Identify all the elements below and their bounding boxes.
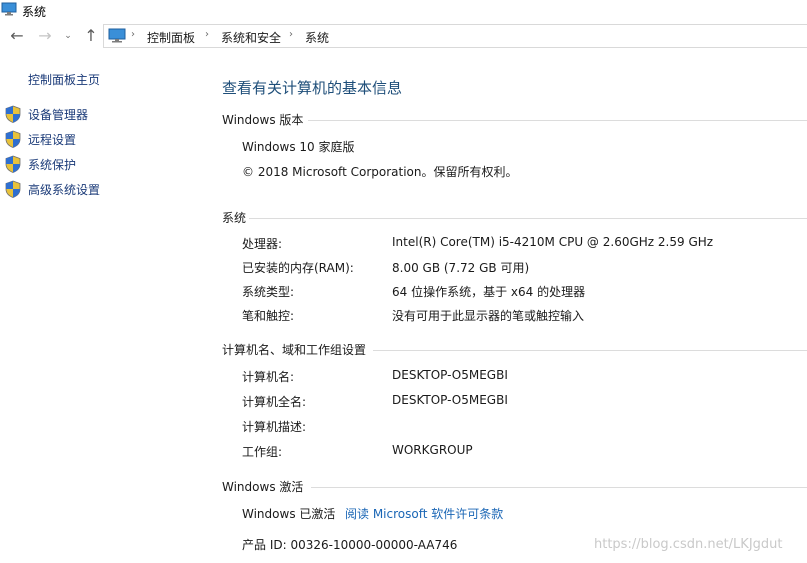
- recent-locations-chevron-icon[interactable]: ⌄: [62, 27, 74, 45]
- breadcrumb-system-security[interactable]: 系统和安全: [221, 29, 281, 46]
- info-label-processor: 处理器:: [242, 237, 283, 251]
- info-label-system-type: 系统类型:: [242, 285, 295, 299]
- sidebar-item-label: 高级系统设置: [28, 183, 101, 197]
- up-arrow-icon[interactable]: ↑: [82, 27, 100, 45]
- sidebar-home-link[interactable]: 控制面板主页: [28, 71, 100, 88]
- product-id: 产品 ID: 00326-10000-00000-AA746: [242, 538, 458, 552]
- info-value-workgroup: WORKGROUP: [392, 443, 473, 457]
- breadcrumb-separator-icon: ›: [289, 29, 293, 40]
- title-bar: 系统: [0, 0, 807, 20]
- section-divider: [373, 350, 807, 351]
- watermark: https://blog.csdn.net/LKJgdut: [594, 537, 783, 552]
- info-label-pen-touch: 笔和触控:: [242, 309, 295, 323]
- info-label-computer-name: 计算机名:: [242, 370, 295, 384]
- page-title: 查看有关计算机的基本信息: [222, 79, 403, 97]
- window-title: 系统: [22, 5, 47, 19]
- info-value-computer-name: DESKTOP-O5MEGBI: [392, 368, 508, 382]
- uac-shield-icon: [5, 105, 21, 123]
- breadcrumb-control-panel[interactable]: 控制面板: [147, 29, 195, 46]
- section-heading-computer-name: 计算机名、域和工作组设置: [222, 343, 367, 357]
- control-panel-icon: [108, 28, 126, 43]
- sidebar-item-label: 系统保护: [28, 158, 77, 172]
- address-bar[interactable]: › 控制面板 › 系统和安全 › 系统: [103, 24, 807, 48]
- info-value-full-name: DESKTOP-O5MEGBI: [392, 393, 508, 407]
- info-label-full-name: 计算机全名:: [242, 395, 307, 409]
- forward-arrow-icon[interactable]: →: [36, 27, 54, 45]
- back-arrow-icon[interactable]: ←: [8, 27, 26, 45]
- uac-shield-icon: [5, 130, 21, 148]
- section-divider: [311, 487, 807, 488]
- uac-shield-icon: [5, 180, 21, 198]
- info-value-pen-touch: 没有可用于此显示器的笔或触控输入: [392, 309, 585, 323]
- info-value-ram: 8.00 GB (7.72 GB 可用): [392, 261, 530, 275]
- section-heading-edition: Windows 版本: [222, 113, 304, 127]
- sidebar-item-label: 远程设置: [28, 133, 77, 147]
- system-monitor-icon: [1, 2, 17, 16]
- breadcrumb-separator-icon: ›: [131, 29, 135, 40]
- activation-status: Windows 已激活: [242, 507, 336, 521]
- section-divider: [249, 218, 807, 219]
- section-heading-system: 系统: [222, 211, 247, 225]
- copyright-text: © 2018 Microsoft Corporation。保留所有权利。: [242, 165, 518, 179]
- license-terms-link[interactable]: 阅读 Microsoft 软件许可条款: [345, 505, 503, 522]
- info-label-workgroup: 工作组:: [242, 445, 283, 459]
- info-value-processor: Intel(R) Core(TM) i5-4210M CPU @ 2.60GHz…: [392, 235, 714, 249]
- info-value-system-type: 64 位操作系统，基于 x64 的处理器: [392, 285, 586, 299]
- breadcrumb-system[interactable]: 系统: [305, 29, 329, 46]
- breadcrumb-separator-icon: ›: [205, 29, 209, 40]
- navigation-bar: ← → ⌄ ↑ › 控制面板 › 系统和安全 › 系统: [0, 22, 807, 50]
- sidebar-item-label: 设备管理器: [28, 108, 89, 122]
- info-label-ram: 已安装的内存(RAM):: [242, 261, 354, 275]
- section-heading-activation: Windows 激活: [222, 480, 304, 494]
- info-label-description: 计算机描述:: [242, 420, 307, 434]
- edition-name: Windows 10 家庭版: [242, 140, 355, 154]
- section-divider: [308, 120, 807, 121]
- uac-shield-icon: [5, 155, 21, 173]
